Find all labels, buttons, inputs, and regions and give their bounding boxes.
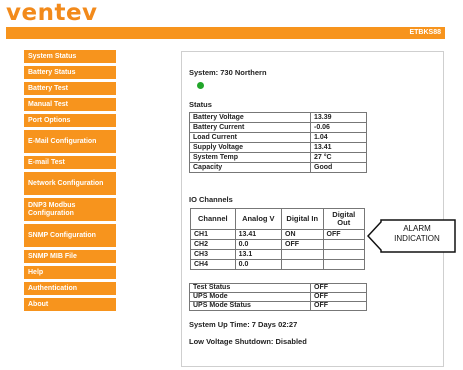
status-label: Capacity — [189, 162, 311, 173]
column-header-analog: Analog V — [234, 208, 283, 230]
sidebar-item-snmp-config[interactable]: SNMP Configuration — [24, 224, 116, 247]
table-row: CH1 13.41 ON OFF — [190, 229, 365, 240]
sidebar-item-email-config[interactable]: E-Mail Configuration — [24, 130, 116, 153]
status-heading: Status — [189, 100, 212, 109]
column-header-digital-out: Digital Out — [322, 208, 365, 230]
table-row: Battery Voltage 13.39 — [189, 112, 367, 123]
sidebar-item-dnp3-config[interactable]: DNP3 Modbus Configuration — [24, 198, 116, 221]
alarm-line-2: INDICATION — [394, 234, 440, 243]
table-row: UPS Mode Status OFF — [189, 301, 367, 311]
io-digital-out — [322, 249, 365, 260]
io-analog: 0.0 — [234, 239, 283, 250]
status-label: Battery Current — [189, 122, 311, 133]
sidebar-item-snmp-mib[interactable]: SNMP MIB File — [24, 250, 116, 263]
io-digital-out: OFF — [322, 229, 365, 240]
sidebar-item-battery-test[interactable]: Battery Test — [24, 82, 116, 95]
io-digital-in: OFF — [281, 239, 324, 250]
io-channels-table: Channel Analog V Digital In Digital Out … — [190, 208, 365, 270]
shutdown-text: Low Voltage Shutdown: Disabled — [189, 337, 307, 346]
table-row: Load Current 1.04 — [189, 132, 367, 143]
alarm-indication-label: ALARM INDICATION — [383, 224, 451, 244]
status-label: Battery Voltage — [189, 112, 311, 123]
mode-label: Test Status — [189, 283, 311, 293]
status-led-icon — [197, 82, 204, 89]
io-digital-in — [281, 259, 324, 270]
table-row: CH2 0.0 OFF — [190, 239, 365, 250]
sidebar-item-help[interactable]: Help — [24, 266, 116, 279]
sidebar-item-port-options[interactable]: Port Options — [24, 114, 116, 127]
sidebar-item-manual-test[interactable]: Manual Test — [24, 98, 116, 111]
status-label: System Temp — [189, 152, 311, 163]
header-bar: ETBKS88 — [6, 27, 445, 39]
sidebar-item-network-config[interactable]: Network Configuration — [24, 172, 116, 195]
column-header-channel: Channel — [190, 208, 236, 230]
table-row: Test Status OFF — [189, 283, 367, 293]
status-value: 13.39 — [310, 112, 367, 123]
table-row: Supply Voltage 13.41 — [189, 142, 367, 153]
mode-label: UPS Mode Status — [189, 301, 311, 311]
table-row: Capacity Good — [189, 162, 367, 173]
alarm-line-1: ALARM — [403, 224, 431, 233]
uptime-text: System Up Time: 7 Days 02:27 — [189, 320, 298, 329]
io-channel: CH1 — [190, 229, 236, 240]
status-label: Supply Voltage — [189, 142, 311, 153]
io-channel: CH2 — [190, 239, 236, 250]
mode-label: UPS Mode — [189, 292, 311, 302]
sidebar-nav: System Status Battery Status Battery Tes… — [24, 50, 116, 314]
mode-value: OFF — [310, 292, 367, 302]
device-id: ETBKS88 — [409, 29, 441, 36]
table-row: CH3 13.1 — [190, 249, 365, 260]
sidebar-item-about[interactable]: About — [24, 298, 116, 311]
table-header-row: Channel Analog V Digital In Digital Out — [190, 208, 365, 230]
column-header-digital-in: Digital In — [281, 208, 324, 230]
io-analog: 0.0 — [234, 259, 283, 270]
main-panel: System: 730 Northern Status Battery Volt… — [181, 51, 444, 367]
status-value: 1.04 — [310, 132, 367, 143]
status-table: Battery Voltage 13.39 Battery Current -0.0… — [189, 112, 367, 173]
mode-status-table: Test Status OFF UPS Mode OFF UPS Mode Stat… — [189, 283, 367, 311]
mode-value: OFF — [310, 283, 367, 293]
io-analog: 13.1 — [234, 249, 283, 260]
io-channel: CH4 — [190, 259, 236, 270]
table-row: CH4 0.0 — [190, 259, 365, 270]
status-value: Good — [310, 162, 367, 173]
table-row: Battery Current -0.06 — [189, 122, 367, 133]
io-digital-out — [322, 239, 365, 250]
io-digital-out — [322, 259, 365, 270]
io-digital-in — [281, 249, 324, 260]
mode-value: OFF — [310, 301, 367, 311]
system-title: System: 730 Northern — [189, 68, 267, 77]
table-row: UPS Mode OFF — [189, 292, 367, 302]
io-heading: IO Channels — [189, 195, 233, 204]
ventev-logo: ventev — [6, 0, 98, 26]
status-value: -0.06 — [310, 122, 367, 133]
io-digital-in: ON — [281, 229, 324, 240]
sidebar-item-authentication[interactable]: Authentication — [24, 282, 116, 295]
sidebar-item-email-test[interactable]: E-mail Test — [24, 156, 116, 169]
status-label: Load Current — [189, 132, 311, 143]
io-analog: 13.41 — [234, 229, 283, 240]
table-row: System Temp 27 °C — [189, 152, 367, 163]
sidebar-item-system-status[interactable]: System Status — [24, 50, 116, 63]
io-channel: CH3 — [190, 249, 236, 260]
sidebar-item-battery-status[interactable]: Battery Status — [24, 66, 116, 79]
status-value: 13.41 — [310, 142, 367, 153]
status-value: 27 °C — [310, 152, 367, 163]
